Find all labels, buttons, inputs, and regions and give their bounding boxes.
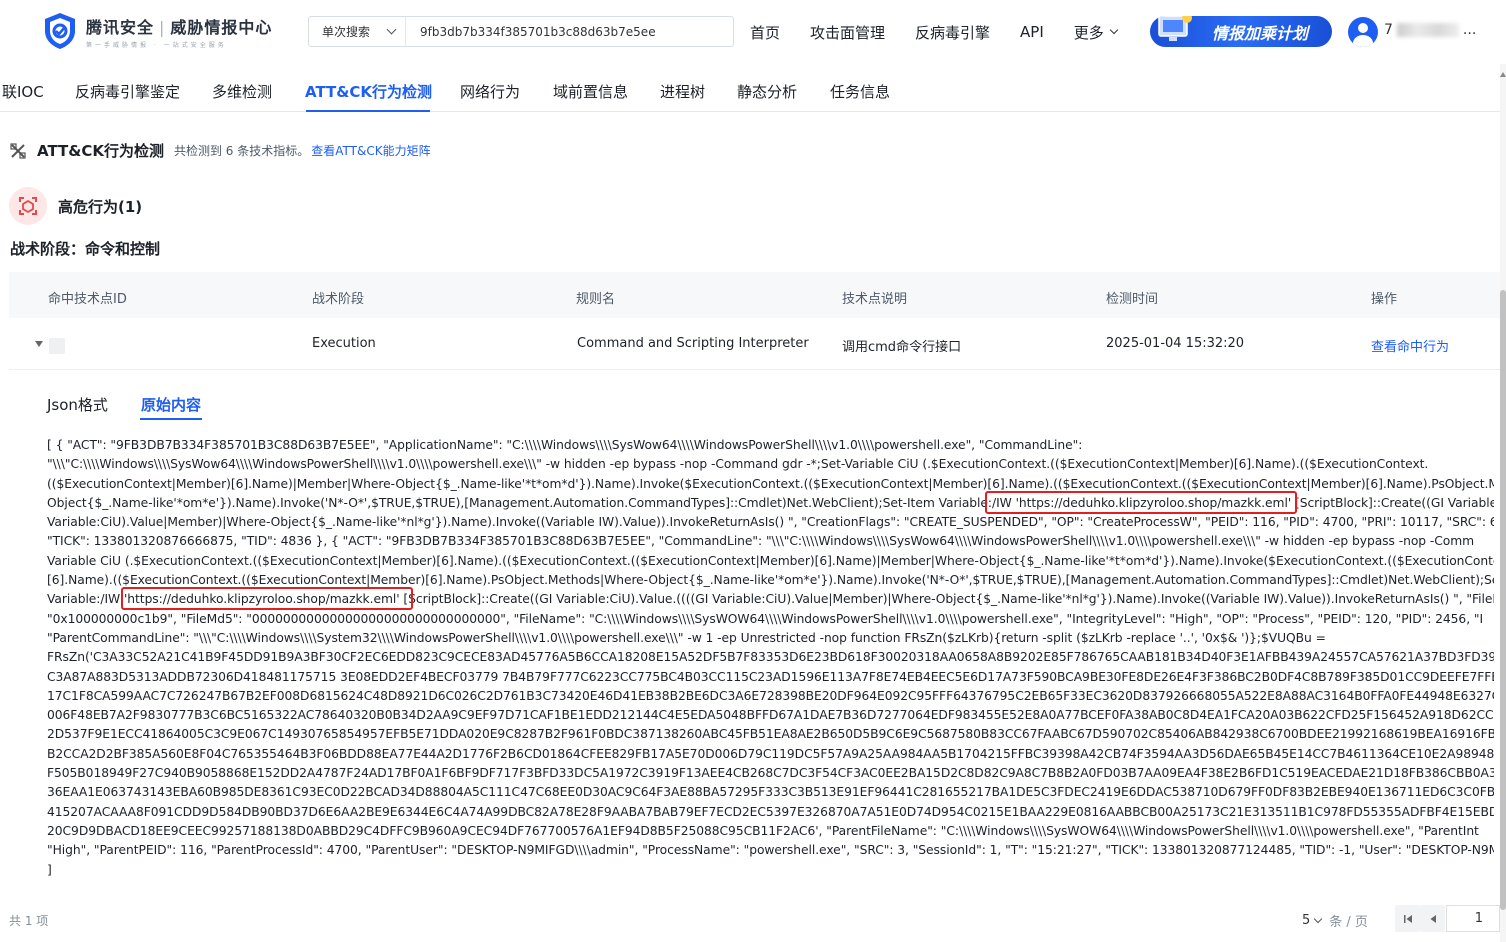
tab-task-info[interactable]: 任务信息 <box>830 81 890 102</box>
col-technique-id: 命中技术点ID <box>48 292 127 307</box>
table-header: 命中技术点ID 战术阶段 规则名 技术点说明 检测时间 操作 <box>9 272 1500 318</box>
computer-illustration-icon <box>1158 16 1192 41</box>
total-count: 共 1 项 <box>9 914 49 928</box>
page-size-unit: 条 / 页 <box>1329 915 1368 930</box>
raw-line: "High", "ParentPEID": 116, "ParentProces… <box>47 843 1494 858</box>
tab-static-analysis[interactable]: 静态分析 <box>737 81 797 102</box>
tab-ioc[interactable]: 联IOC <box>2 81 44 102</box>
blurred-username <box>1396 23 1459 37</box>
username-ellipsis: ... <box>1462 22 1477 38</box>
page-size-value: 5 <box>1302 913 1311 928</box>
page-size-select[interactable]: 5 条 / 页 <box>1302 911 1368 930</box>
expand-caret-icon[interactable] <box>35 341 43 347</box>
tab-process-tree[interactable]: 进程树 <box>660 81 705 102</box>
tactic-stage-label: 战术阶段：命令和控制 <box>10 240 161 258</box>
attck-section-header: ATT&CK行为检测 共检测到 6 条技术指标。 查看ATT&CK能力矩阵 <box>10 140 431 161</box>
url-highlight-box <box>985 491 1297 514</box>
raw-line: B2CCA2D2BF385A560E8F04C765355464B3F06BDD… <box>47 746 1494 761</box>
first-page-button[interactable] <box>1395 905 1420 932</box>
chevron-down-icon <box>1109 25 1119 35</box>
raw-line: C3A87A883D5313ADDB72306D418481175715 3E0… <box>47 669 1494 684</box>
tab-domain-fronting[interactable]: 域前置信息 <box>553 81 628 102</box>
analysis-tabs: 联IOC 反病毒引擎鉴定 多维检测 ATT&CK行为检测 网络行为 域前置信息 … <box>0 66 1500 112</box>
raw-line: 17C1F8CA599AAC7C726247B67B2EF008D6815624… <box>47 688 1494 703</box>
raw-line: "TICK": 133801320876666875, "TID": 4836 … <box>47 534 1475 549</box>
raw-line: "0x100000000c1b9", "FileMd5": "000000000… <box>47 611 1484 626</box>
raw-line: Variable:CiU).Value|Member)|Where-Object… <box>47 515 1494 530</box>
search-input[interactable] <box>406 17 733 46</box>
prev-page-icon <box>1430 914 1436 923</box>
tab-antivirus[interactable]: 反病毒引擎鉴定 <box>75 81 180 102</box>
nav-antivirus-engine[interactable]: 反病毒引擎 <box>915 22 990 43</box>
row-tactic: Execution <box>312 336 376 351</box>
high-risk-icon <box>9 187 47 225</box>
raw-line: 36EAA1E063743143EBA60B985DE8361C93EC0D22… <box>47 785 1494 800</box>
chevron-down-icon <box>1314 914 1323 923</box>
col-description: 技术点说明 <box>842 292 908 307</box>
col-detect-time: 检测时间 <box>1106 292 1159 307</box>
subtab-raw[interactable]: 原始内容 <box>141 394 201 415</box>
attck-matrix-link[interactable]: 查看ATT&CK能力矩阵 <box>311 142 430 159</box>
technique-id-redacted <box>49 338 65 354</box>
url-highlight-box <box>121 587 413 610</box>
high-risk-title: 高危行为(1) <box>58 197 143 216</box>
attck-matrix-icon <box>10 142 26 159</box>
nav-home[interactable]: 首页 <box>750 22 780 43</box>
row-time: 2025-01-04 15:32:20 <box>1106 336 1245 351</box>
raw-line: "\\\"C:\\\\Windows\\\\SysWow64\\\\Window… <box>47 457 1429 472</box>
technique-count: 共检测到 6 条技术指标。 <box>173 144 310 158</box>
logo-separator: | <box>159 17 166 37</box>
section-title: ATT&CK行为检测 <box>37 142 164 160</box>
scroll-up-arrow-icon[interactable] <box>1500 72 1506 77</box>
tab-attck[interactable]: ATT&CK行为检测 <box>305 81 432 102</box>
raw-line: [ { "ACT": "9FB3DB7B334F385701B3C88D63B7… <box>47 438 1083 452</box>
raw-line: 415207ACAAA8F091CDD9D584DB90BD37D6E6AA2B… <box>47 804 1494 819</box>
intel-plus-promo-button[interactable]: 情报加乘计划 <box>1150 16 1332 47</box>
user-avatar-icon[interactable] <box>1348 17 1378 47</box>
col-rule-name: 规则名 <box>576 292 616 307</box>
raw-line: F505B018949F27C940B9058868E152DD2A4787F2… <box>47 766 1494 781</box>
top-nav: 首页 攻击面管理 反病毒引擎 API 更多 <box>750 0 1147 64</box>
active-subtab-indicator <box>140 418 202 420</box>
shield-logo-icon <box>45 13 75 49</box>
nav-attack-surface[interactable]: 攻击面管理 <box>810 22 885 43</box>
logo-main-text: 腾讯安全 <box>86 17 155 37</box>
raw-line: 006F48EB7A2F9830777B3C6BC5165322AC786403… <box>47 708 1494 723</box>
promo-label: 情报加乘计划 <box>1211 23 1308 43</box>
nav-more-label: 更多 <box>1073 23 1104 42</box>
scrollbar-thumb[interactable] <box>1500 290 1506 910</box>
username-initial: 7 <box>1384 22 1393 38</box>
tencent-security-logo[interactable]: 腾讯安全 | 威胁情报中心 第一手威胁情报 · 一站式安全服务 <box>42 12 272 50</box>
first-page-icon <box>1403 914 1412 923</box>
tab-network[interactable]: 网络行为 <box>460 81 520 102</box>
raw-line: Variable CiU (.$ExecutionContext.(($Exec… <box>47 553 1494 568</box>
high-risk-header: 高危行为(1) <box>9 187 142 225</box>
page-number-input[interactable]: 1 <box>1446 905 1500 932</box>
col-tactic: 战术阶段 <box>312 292 365 307</box>
logo-secondary-text: 威胁情报中心 <box>170 17 273 37</box>
raw-line: 2D537F9E1ECC41864005C3C9E067C14930765854… <box>47 727 1494 742</box>
row-description: 调用cmd命令行接口 <box>842 340 962 355</box>
active-tab-indicator <box>306 110 430 112</box>
search-bar: 单次搜索 <box>308 16 734 47</box>
tab-multi-detection[interactable]: 多维检测 <box>212 81 272 102</box>
subtab-json[interactable]: Json格式 <box>47 394 108 415</box>
col-action: 操作 <box>1371 292 1398 307</box>
raw-line: 20C9D9DBACD18EE9CEEC99257188138D0ABBD29C… <box>47 823 1479 838</box>
view-hit-behavior-link[interactable]: 查看命中行为 <box>1371 336 1449 355</box>
raw-line: "ParentCommandLine": "\\\"C:\\\\Windows\… <box>47 630 1326 645</box>
logo-slogan: 第一手威胁情报 · 一站式安全服务 <box>86 41 227 49</box>
nav-more[interactable]: 更多 <box>1073 22 1119 43</box>
chevron-down-icon <box>386 24 397 35</box>
raw-line: FRsZn('C3A33C52A21C41B9F45DD91B9A3BF30CF… <box>47 650 1494 665</box>
search-type-select[interactable]: 单次搜索 <box>309 17 406 46</box>
nav-api[interactable]: API <box>1020 23 1044 41</box>
raw-line: ] <box>47 862 52 877</box>
table-row: Execution Command and Scripting Interpre… <box>9 318 1500 370</box>
top-navigation-bar: 腾讯安全|威胁情报中心 第一手威胁情报 · 一站式安全服务 单次搜索 首页 攻击… <box>0 0 1506 64</box>
username[interactable]: 7 ... <box>1384 22 1476 38</box>
prev-page-button[interactable] <box>1420 905 1445 932</box>
search-type-label: 单次搜索 <box>322 25 371 39</box>
row-rule: Command and Scripting Interpreter <box>577 336 809 351</box>
